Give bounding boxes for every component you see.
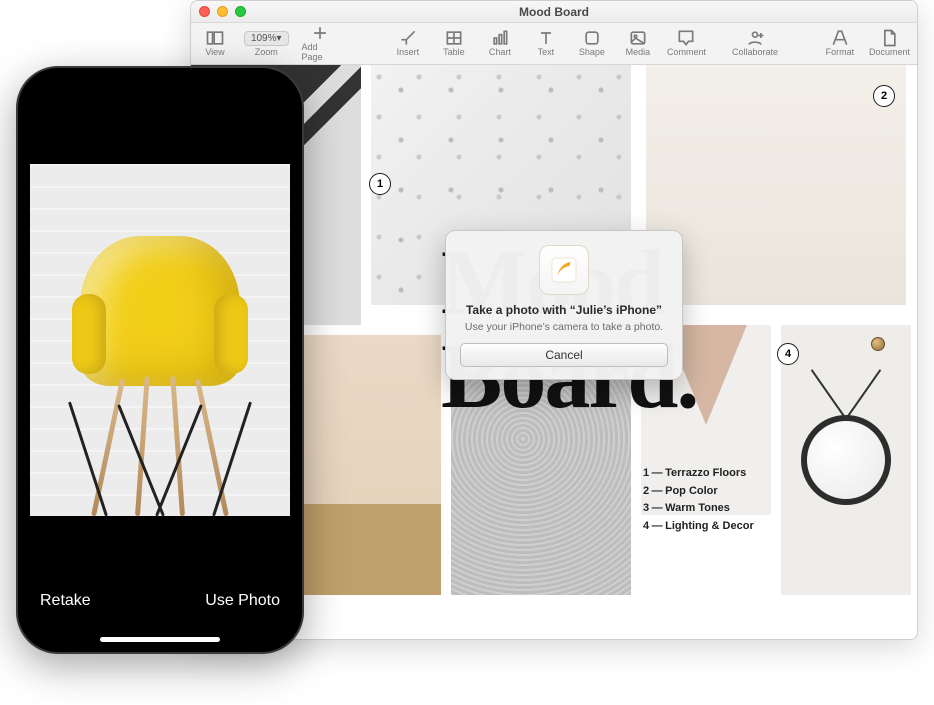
comment-button[interactable]: Comment: [668, 30, 705, 57]
toolbar-label: Table: [443, 47, 465, 57]
moodboard-image[interactable]: [781, 325, 911, 595]
toolbar-label: Add Page: [301, 42, 339, 62]
iphone-notch: [95, 68, 225, 94]
comment-icon: [676, 30, 696, 46]
chart-icon: [490, 30, 510, 46]
mirror-illustration: [801, 415, 891, 505]
toolbar-label: Chart: [489, 47, 511, 57]
format-icon: [830, 30, 850, 46]
window-controls: [199, 6, 246, 17]
toolbar-label: Insert: [397, 47, 420, 57]
insert-icon: [398, 30, 418, 46]
use-photo-button[interactable]: Use Photo: [205, 592, 280, 610]
toolbar-label: Collaborate: [732, 47, 778, 57]
text-button[interactable]: Text: [530, 30, 562, 57]
window-title: Mood Board: [519, 5, 589, 19]
plus-icon: [310, 25, 330, 41]
format-button[interactable]: Format: [824, 30, 856, 57]
collaborate-button[interactable]: Collaborate: [733, 30, 777, 57]
minimize-window-button[interactable]: [217, 6, 228, 17]
toolbar-label: Document: [869, 47, 910, 57]
iphone-device: Retake Use Photo: [16, 66, 304, 654]
home-indicator[interactable]: [100, 637, 220, 642]
annotation-marker-4[interactable]: 4: [777, 343, 799, 365]
toolbar-label: Text: [538, 47, 555, 57]
document-icon: [879, 30, 899, 46]
retake-button[interactable]: Retake: [40, 592, 91, 610]
moodboard-image[interactable]: [646, 65, 906, 305]
toolbar-label: Zoom: [255, 47, 278, 57]
zoom-value: 109%▾: [244, 31, 289, 46]
fullscreen-window-button[interactable]: [235, 6, 246, 17]
shape-icon: [582, 30, 602, 46]
shape-button[interactable]: Shape: [576, 30, 608, 57]
toolbar-label: View: [205, 47, 224, 57]
collaborate-icon: [745, 30, 765, 46]
dialog-title: Take a photo with “Julie’s iPhone”: [460, 303, 668, 317]
camera-controls: Retake Use Photo: [18, 512, 302, 652]
close-window-button[interactable]: [199, 6, 210, 17]
document-button[interactable]: Document: [870, 30, 909, 57]
legend-item: 3—Warm Tones: [643, 500, 754, 518]
legend[interactable]: 1—Terrazzo Floors 2—Pop Color 3—Warm Ton…: [643, 465, 754, 535]
media-button[interactable]: Media: [622, 30, 654, 57]
pages-app-icon: [539, 245, 589, 295]
hook-icon: [871, 337, 885, 351]
toolbar-label: Media: [626, 47, 651, 57]
insert-button[interactable]: Insert: [392, 30, 424, 57]
annotation-marker-1[interactable]: 1: [369, 173, 391, 195]
cancel-button[interactable]: Cancel: [460, 343, 668, 367]
text-icon: [536, 30, 556, 46]
annotation-marker-2[interactable]: 2: [873, 85, 895, 107]
window-titlebar[interactable]: Mood Board: [191, 1, 917, 23]
legend-item: 1—Terrazzo Floors: [643, 465, 754, 483]
toolbar-label: Shape: [579, 47, 605, 57]
toolbar-label: Comment: [667, 47, 706, 57]
zoom-button[interactable]: 109%▾ Zoom: [245, 31, 287, 57]
toolbar: View 109%▾ Zoom Add Page Insert Table: [191, 23, 917, 65]
legend-item: 2—Pop Color: [643, 483, 754, 501]
chair-photo-subject: [55, 216, 265, 516]
view-button[interactable]: View: [199, 30, 231, 57]
toolbar-label: Format: [826, 47, 855, 57]
legend-item: 4—Lighting & Decor: [643, 518, 754, 536]
continuity-camera-dialog: Take a photo with “Julie’s iPhone” Use y…: [445, 230, 683, 380]
view-icon: [205, 30, 225, 46]
media-icon: [628, 30, 648, 46]
add-page-button[interactable]: Add Page: [301, 25, 339, 62]
dialog-subtitle: Use your iPhone’s camera to take a photo…: [460, 321, 668, 333]
camera-preview[interactable]: [30, 164, 290, 516]
chart-button[interactable]: Chart: [484, 30, 516, 57]
table-button[interactable]: Table: [438, 30, 470, 57]
table-icon: [444, 30, 464, 46]
